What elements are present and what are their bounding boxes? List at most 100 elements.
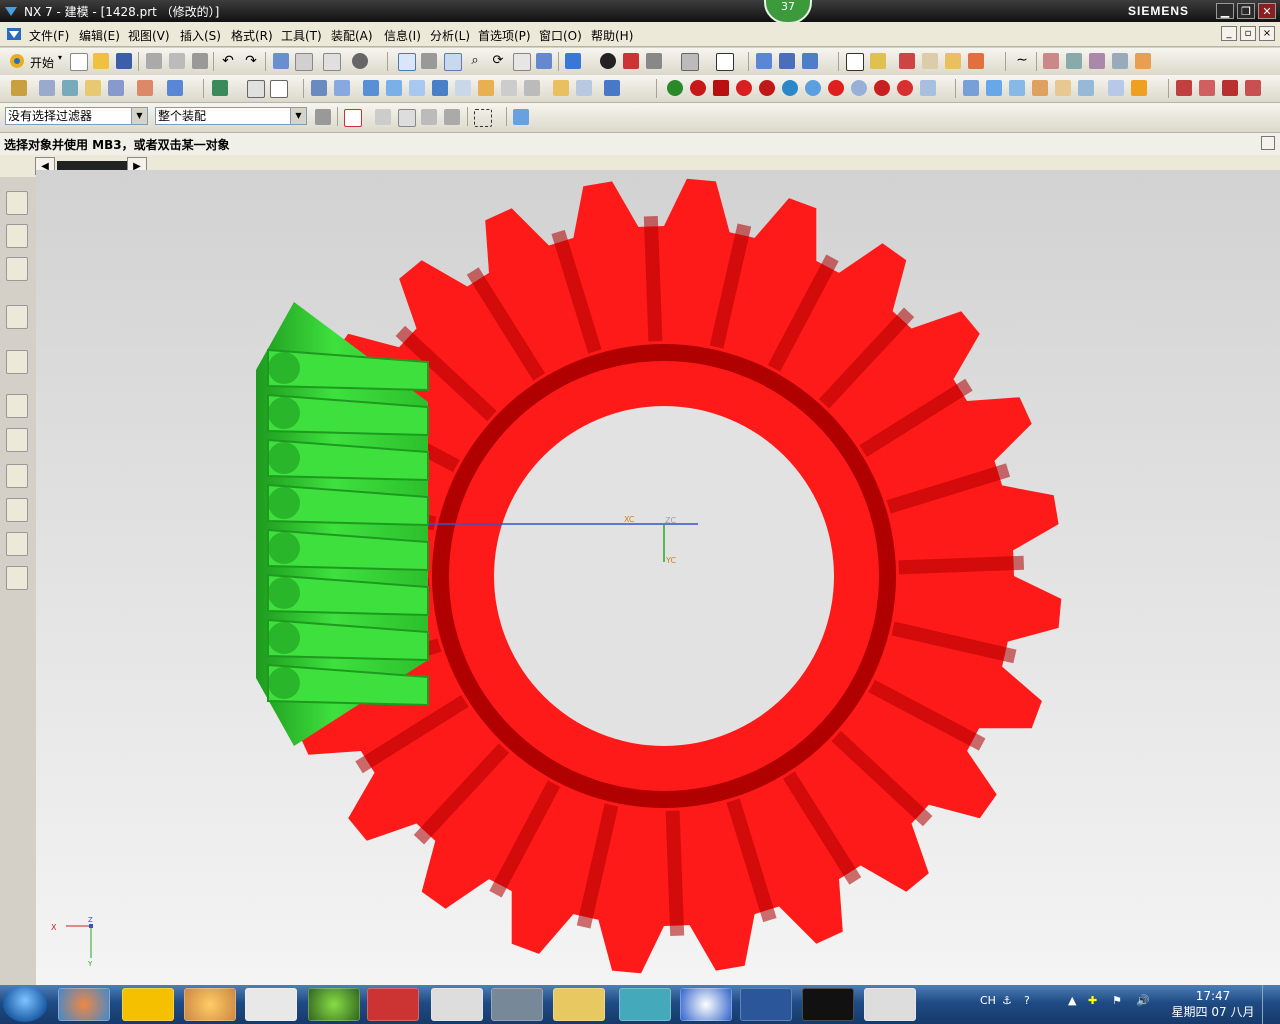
show-hidden-icons[interactable]: ▲ — [1068, 994, 1076, 1007]
extend-curve-icon[interactable] — [1176, 80, 1192, 96]
cut-icon[interactable] — [146, 53, 162, 69]
zoom-in-icon[interactable]: ⌕ — [467, 53, 483, 69]
background-icon[interactable] — [646, 53, 662, 69]
gear-outline-icon[interactable] — [851, 80, 867, 96]
menu-preferences[interactable]: 首选项(P) — [478, 27, 531, 44]
taskbar-app-7[interactable] — [431, 988, 483, 1021]
unite-icon[interactable] — [311, 80, 327, 96]
point-icon[interactable] — [870, 53, 886, 69]
cue-toggle-icon[interactable] — [1261, 136, 1275, 150]
red-cylinder-icon[interactable] — [713, 80, 729, 96]
wcs-origin-icon[interactable] — [779, 53, 795, 69]
page-icon[interactable] — [270, 80, 288, 98]
wcs-dynamic-icon[interactable] — [802, 53, 818, 69]
worm-icon[interactable] — [897, 80, 913, 96]
bend-icon[interactable] — [1009, 80, 1025, 96]
volume-icon[interactable]: 🔊 — [1136, 994, 1150, 1007]
draft-icon[interactable] — [432, 80, 448, 96]
taskbar-paint-icon[interactable] — [184, 988, 236, 1021]
maximize-button[interactable]: ❐ — [1237, 3, 1255, 19]
assembly-navigator-tab-icon[interactable] — [6, 191, 28, 215]
flange-icon[interactable] — [986, 80, 1002, 96]
red-ring-icon[interactable] — [736, 80, 752, 96]
selection-scope-dropdown[interactable]: 整个装配 ▼ — [155, 107, 307, 125]
taskbar-word-icon[interactable] — [740, 988, 792, 1021]
spur-gear-icon[interactable] — [805, 80, 821, 96]
rectangle-select-icon[interactable] — [474, 109, 492, 127]
green-circle-icon[interactable] — [667, 80, 683, 96]
paste-icon[interactable] — [192, 53, 208, 69]
new-file-icon[interactable] — [70, 53, 88, 71]
web-browser-tab-icon[interactable] — [6, 350, 28, 374]
selection-filter-icon[interactable] — [315, 109, 331, 125]
save-icon[interactable] — [116, 53, 132, 69]
flat-pattern-icon[interactable] — [1108, 80, 1124, 96]
render-style-icon[interactable] — [600, 53, 616, 69]
language-indicator[interactable]: CH — [980, 994, 996, 1007]
chamfer-icon[interactable] — [478, 80, 494, 96]
menu-view[interactable]: 视图(V) — [128, 27, 170, 44]
emboss-icon[interactable] — [1131, 80, 1147, 96]
shell-icon[interactable] — [386, 80, 402, 96]
sweep-icon[interactable] — [1066, 53, 1082, 69]
split-body-icon[interactable] — [524, 80, 540, 96]
menu-information[interactable]: 信息(I) — [384, 27, 421, 44]
copy-icon[interactable] — [169, 53, 185, 69]
book-icon[interactable] — [247, 80, 265, 98]
taskbar-app-6[interactable] — [367, 988, 419, 1021]
through-curves-icon[interactable] — [1089, 53, 1105, 69]
snap-point-icon[interactable] — [846, 53, 864, 71]
assembly-navigator-icon[interactable] — [11, 80, 27, 96]
selection-intent-icon[interactable] — [375, 109, 391, 125]
extrude-icon[interactable] — [62, 80, 78, 96]
menu-help[interactable]: 帮助(H) — [591, 27, 633, 44]
edit-object-icon[interactable] — [273, 53, 289, 69]
perspective-icon[interactable] — [536, 53, 552, 69]
type-filter-dropdown[interactable]: 没有选择过滤器 ▼ — [5, 107, 148, 125]
part-navigator-tab-icon[interactable] — [6, 257, 28, 281]
taskbar-app-14[interactable] — [864, 988, 916, 1021]
taskbar-app-1[interactable] — [58, 988, 110, 1021]
sweep-feature-icon[interactable] — [108, 80, 124, 96]
blue-ring-icon[interactable] — [782, 80, 798, 96]
cylinder-icon[interactable] — [167, 80, 183, 96]
orient-view-icon[interactable] — [623, 53, 639, 69]
close-button[interactable]: ✕ — [1258, 3, 1276, 19]
doc-minimize-button[interactable]: _ — [1221, 26, 1237, 41]
system-scene-tab-icon[interactable] — [6, 566, 28, 590]
pattern-icon[interactable] — [212, 80, 228, 96]
notification-badge[interactable]: 37 — [764, 0, 812, 24]
select-icon[interactable] — [295, 53, 313, 71]
reuse-library-tab-icon[interactable] — [6, 305, 28, 329]
menu-format[interactable]: 格式(R) — [231, 27, 273, 44]
taskbar-cmd-icon[interactable] — [802, 988, 854, 1021]
torus-icon[interactable] — [759, 80, 775, 96]
security-icon[interactable]: ✚ — [1088, 994, 1097, 1007]
zoom-icon[interactable] — [444, 53, 462, 71]
mirror-icon[interactable] — [553, 80, 569, 96]
snap-icon[interactable] — [352, 53, 368, 69]
contour-icon[interactable] — [1055, 80, 1071, 96]
surface-icon[interactable] — [1043, 53, 1059, 69]
pinion-bevel-gear[interactable] — [256, 302, 429, 746]
menu-assembly[interactable]: 装配(A) — [331, 27, 373, 44]
help-icon[interactable]: ? — [1024, 994, 1030, 1007]
menu-analysis[interactable]: 分析(L) — [430, 27, 470, 44]
louver-icon[interactable] — [1078, 80, 1094, 96]
redo-icon[interactable]: ↷ — [243, 53, 259, 69]
helical-gear-icon[interactable] — [828, 80, 844, 96]
edit-curve-icon[interactable] — [1245, 80, 1261, 96]
layer-icon[interactable] — [681, 53, 699, 71]
roles-tab-icon[interactable] — [6, 532, 28, 556]
taskbar-explorer-icon[interactable] — [553, 988, 605, 1021]
process-studio-tab-icon[interactable] — [6, 464, 28, 488]
taskbar-app-10[interactable] — [619, 988, 671, 1021]
select-body-icon[interactable] — [444, 109, 460, 125]
taskbar-app-2[interactable] — [122, 988, 174, 1021]
manufacturing-wizard-tab-icon[interactable] — [6, 498, 28, 522]
offset-face-icon[interactable] — [409, 80, 425, 96]
filter-icon[interactable] — [323, 53, 341, 71]
revolve-icon[interactable] — [85, 80, 101, 96]
clock-icon[interactable] — [6, 394, 28, 418]
nx-menu-icon[interactable] — [6, 27, 22, 41]
